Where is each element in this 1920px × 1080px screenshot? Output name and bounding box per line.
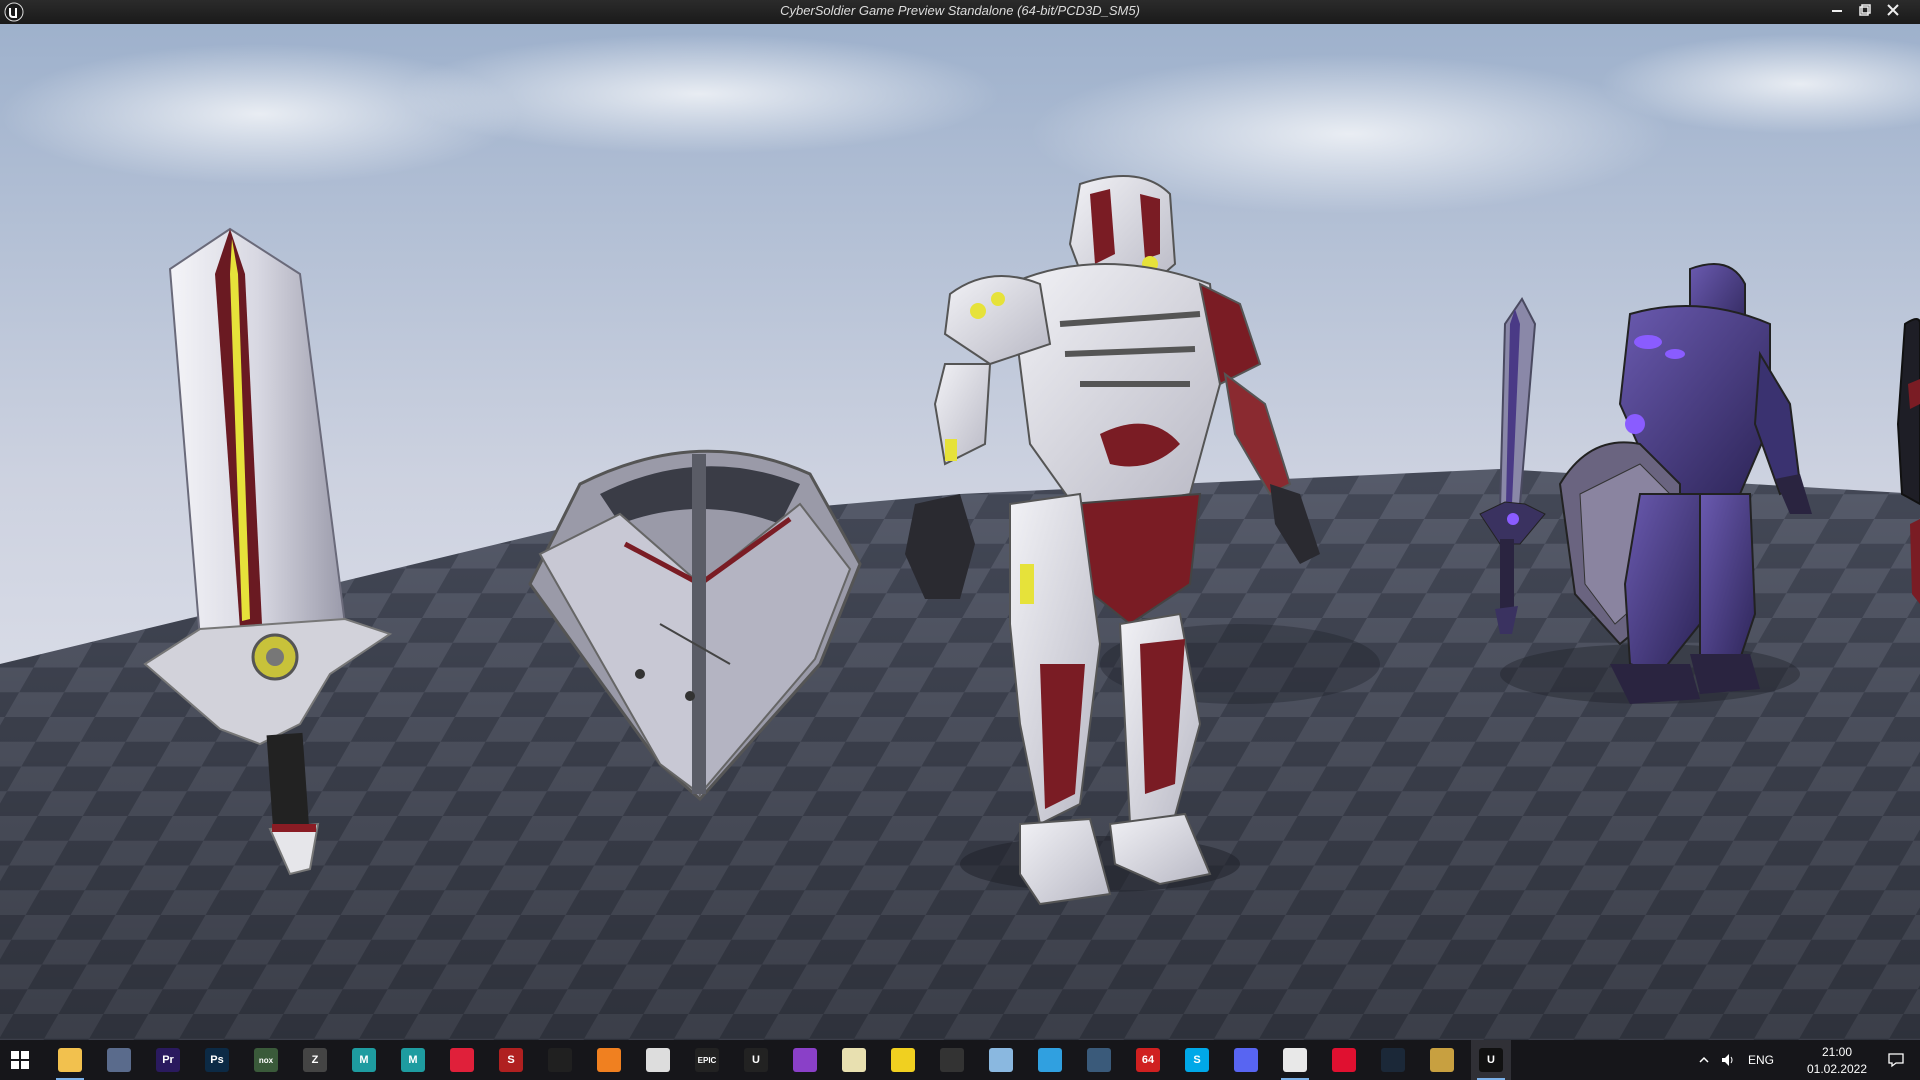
substance-icon[interactable]: S xyxy=(491,1040,531,1080)
nox-player-icon[interactable]: nox xyxy=(246,1040,286,1080)
app-clock-glyph xyxy=(1038,1048,1062,1072)
app-leaf-icon[interactable] xyxy=(834,1040,874,1080)
steam-glyph xyxy=(1381,1048,1405,1072)
skype-icon[interactable]: S xyxy=(1177,1040,1217,1080)
unreal-editor-running-icon[interactable]: U xyxy=(1471,1040,1511,1080)
app-bottle-icon[interactable] xyxy=(981,1040,1021,1080)
window-title-bar[interactable]: CyberSoldier Game Preview Standalone (64… xyxy=(0,0,1920,24)
steam-icon[interactable] xyxy=(1373,1040,1413,1080)
volume-icon[interactable] xyxy=(1720,1052,1736,1068)
epic-games-glyph: EPIC xyxy=(695,1048,719,1072)
unreal-engine-glyph: U xyxy=(744,1048,768,1072)
app-red-heart-glyph xyxy=(450,1048,474,1072)
app-gamepad-icon[interactable] xyxy=(1079,1040,1119,1080)
chevron-up-icon[interactable] xyxy=(1698,1054,1710,1066)
app-clock-icon[interactable] xyxy=(1030,1040,1070,1080)
premiere-pro-icon[interactable]: Pr xyxy=(148,1040,188,1080)
app-64-glyph: 64 xyxy=(1136,1048,1160,1072)
app-search-circle-glyph xyxy=(548,1048,572,1072)
windows-start-icon[interactable] xyxy=(0,1040,40,1080)
clock-date[interactable]: 01.02.2022 xyxy=(1802,1061,1872,1077)
blender-icon[interactable] xyxy=(589,1040,629,1080)
minimize-icon[interactable] xyxy=(1825,0,1849,22)
maya-glyph: M xyxy=(352,1048,376,1072)
app-search-circle-icon[interactable] xyxy=(540,1040,580,1080)
app-smiley-glyph xyxy=(891,1048,915,1072)
app-spiral-icon[interactable] xyxy=(785,1040,825,1080)
windows-taskbar: Pr Ps nox Z M M S EPIC U 64 S U ENG 21:00 01.02.202… xyxy=(0,1040,1920,1080)
unreal-engine-icon[interactable]: U xyxy=(736,1040,776,1080)
unity-icon[interactable] xyxy=(638,1040,678,1080)
calculator-icon[interactable] xyxy=(99,1040,139,1080)
notifications-icon[interactable] xyxy=(1888,1052,1904,1068)
skype-glyph: S xyxy=(1185,1048,1209,1072)
app-leaf-glyph xyxy=(842,1048,866,1072)
app-bottle-glyph xyxy=(989,1048,1013,1072)
blender-glyph xyxy=(597,1048,621,1072)
app-hat-icon[interactable] xyxy=(932,1040,972,1080)
maya-icon[interactable]: M xyxy=(344,1040,384,1080)
file-explorer-icon[interactable] xyxy=(50,1040,90,1080)
app-hat-glyph xyxy=(940,1048,964,1072)
opera-icon[interactable] xyxy=(1324,1040,1364,1080)
opera-glyph xyxy=(1332,1048,1356,1072)
unity-glyph xyxy=(646,1048,670,1072)
substance-glyph: S xyxy=(499,1048,523,1072)
app-red-heart-icon[interactable] xyxy=(442,1040,482,1080)
discord-glyph xyxy=(1234,1048,1258,1072)
zbrush-icon[interactable]: Z xyxy=(295,1040,335,1080)
unreal-editor-running-glyph: U xyxy=(1479,1048,1503,1072)
photoshop-glyph: Ps xyxy=(205,1048,229,1072)
game-viewport[interactable] xyxy=(0,24,1920,1040)
league-of-legends-glyph xyxy=(1430,1048,1454,1072)
app-smiley-icon[interactable] xyxy=(883,1040,923,1080)
window-title: CyberSoldier Game Preview Standalone (64… xyxy=(780,3,1140,18)
app-gamepad-glyph xyxy=(1087,1048,1111,1072)
zbrush-glyph: Z xyxy=(303,1048,327,1072)
app-64-icon[interactable]: 64 xyxy=(1128,1040,1168,1080)
league-of-legends-icon[interactable] xyxy=(1422,1040,1462,1080)
close-icon[interactable] xyxy=(1881,0,1905,22)
system-tray: ENG 21:00 01.02.2022 xyxy=(1690,1040,1920,1080)
file-explorer-glyph xyxy=(58,1048,82,1072)
calculator-glyph xyxy=(107,1048,131,1072)
scene-3d xyxy=(0,24,1920,1040)
yandex-browser-glyph xyxy=(1283,1048,1307,1072)
maya-2-icon[interactable]: M xyxy=(393,1040,433,1080)
app-spiral-glyph xyxy=(793,1048,817,1072)
maya-2-glyph: M xyxy=(401,1048,425,1072)
premiere-pro-glyph: Pr xyxy=(156,1048,180,1072)
nox-player-glyph: nox xyxy=(254,1048,278,1072)
discord-icon[interactable] xyxy=(1226,1040,1266,1080)
clock-time[interactable]: 21:00 xyxy=(1802,1044,1872,1060)
language-indicator[interactable]: ENG xyxy=(1748,1040,1774,1080)
yandex-browser-icon[interactable] xyxy=(1275,1040,1315,1080)
restore-icon[interactable] xyxy=(1852,0,1876,22)
photoshop-icon[interactable]: Ps xyxy=(197,1040,237,1080)
epic-games-icon[interactable]: EPIC xyxy=(687,1040,727,1080)
